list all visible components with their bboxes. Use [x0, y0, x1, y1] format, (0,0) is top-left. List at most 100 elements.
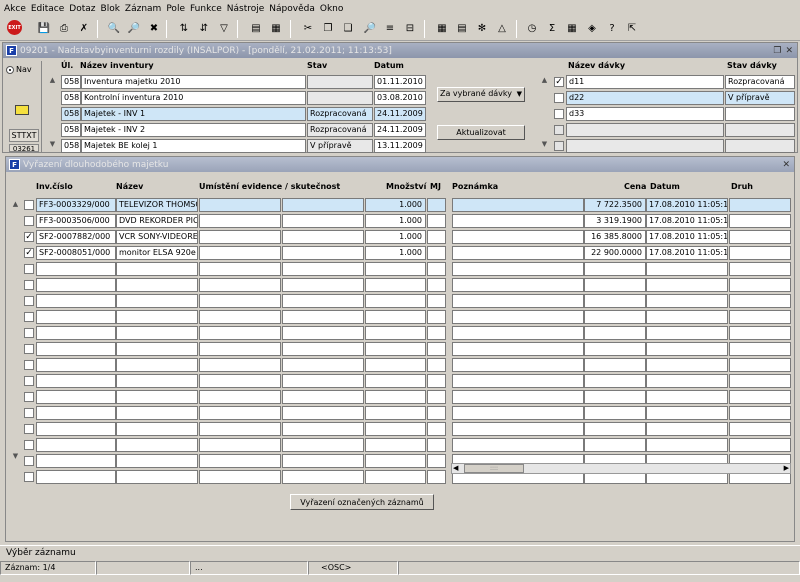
cell-price[interactable] [584, 326, 646, 340]
inventory-state-cell[interactable]: Rozpracovaná [307, 107, 373, 121]
cell-inv[interactable] [36, 374, 116, 388]
clock-icon[interactable]: ◷ [524, 20, 540, 36]
code-button[interactable]: 03261 [9, 144, 39, 152]
cell-mj[interactable] [427, 470, 446, 484]
cell-price[interactable] [584, 374, 646, 388]
cell-kind[interactable] [729, 198, 791, 212]
cell-qty[interactable] [365, 294, 426, 308]
export-icon[interactable]: ◈ [584, 20, 600, 36]
cell-mj[interactable] [427, 342, 446, 356]
cell-kind[interactable] [729, 374, 791, 388]
row-checkbox[interactable] [24, 392, 34, 402]
cell-inv[interactable] [36, 406, 116, 420]
inventory-name-cell[interactable]: Majetek - INV 1 [81, 107, 306, 121]
rows-scroll-up-icon[interactable]: ▲ [10, 199, 21, 209]
insert-record-icon[interactable]: ≡ [382, 20, 398, 36]
batch-state-cell[interactable]: Rozpracovaná [725, 75, 795, 89]
cell-loc2[interactable] [282, 230, 364, 244]
envelope-icon[interactable] [15, 105, 29, 115]
cell-note[interactable] [452, 326, 584, 340]
cell-loc2[interactable] [282, 294, 364, 308]
cell-loc2[interactable] [282, 390, 364, 404]
menu-item-8[interactable]: Nápověda [269, 4, 315, 14]
cell-mj[interactable] [427, 390, 446, 404]
cell-kind[interactable] [729, 262, 791, 276]
cell-note[interactable] [452, 422, 584, 436]
cell-price[interactable]: 7 722.3500 [584, 198, 646, 212]
cell-qty[interactable] [365, 438, 426, 452]
cell-name[interactable] [116, 454, 198, 468]
cell-loc1[interactable] [199, 246, 281, 260]
cell-qty[interactable] [365, 454, 426, 468]
cell-loc1[interactable] [199, 310, 281, 324]
cell-qty[interactable] [365, 422, 426, 436]
sum-icon[interactable]: Σ [544, 20, 560, 36]
save-icon[interactable]: 💾 [36, 20, 52, 36]
cell-mj[interactable] [427, 406, 446, 420]
row-checkbox[interactable]: ✓ [24, 248, 34, 258]
cell-date[interactable] [646, 278, 728, 292]
cell-qty[interactable] [365, 358, 426, 372]
row-checkbox[interactable] [24, 344, 34, 354]
cell-mj[interactable] [427, 358, 446, 372]
cell-loc2[interactable] [282, 342, 364, 356]
settings-icon[interactable]: ✻ [474, 20, 490, 36]
cell-name[interactable] [116, 262, 198, 276]
batch-name-cell[interactable]: d11 [566, 75, 724, 89]
query-cancel-icon[interactable]: ✖ [146, 20, 162, 36]
inventory-state-cell[interactable] [307, 75, 373, 89]
inventory-date-cell[interactable]: 24.11.2009 [374, 107, 426, 121]
inventory-name-cell[interactable]: Majetek BE kolej 1 [81, 139, 306, 153]
cell-mj[interactable] [427, 198, 446, 212]
cell-mj[interactable] [427, 278, 446, 292]
exit-icon[interactable]: EXIT [7, 20, 22, 35]
cell-loc2[interactable] [282, 470, 364, 484]
filter-icon[interactable]: ▽ [216, 20, 232, 36]
inventory-ul-cell[interactable]: 058 [61, 75, 81, 89]
help-icon[interactable]: ? [604, 20, 620, 36]
layout-icon[interactable]: ▦ [268, 20, 284, 36]
clear-icon[interactable]: ✗ [76, 20, 92, 36]
cell-date[interactable] [646, 374, 728, 388]
print-icon[interactable]: ⎙ [56, 20, 72, 36]
scroll-up-icon[interactable]: ▲ [47, 75, 58, 85]
cell-name[interactable] [116, 438, 198, 452]
paste-icon[interactable]: ❑ [340, 20, 356, 36]
cell-loc1[interactable] [199, 470, 281, 484]
cell-loc1[interactable] [199, 374, 281, 388]
cell-kind[interactable] [729, 438, 791, 452]
cell-loc1[interactable] [199, 214, 281, 228]
cell-date[interactable] [646, 310, 728, 324]
cell-qty[interactable] [365, 470, 426, 484]
cell-note[interactable] [452, 342, 584, 356]
cell-note[interactable] [452, 438, 584, 452]
horizontal-scrollbar[interactable]: ◀ :::: ▶ [451, 463, 791, 474]
cell-note[interactable] [452, 246, 584, 260]
cell-qty[interactable] [365, 262, 426, 276]
inventory-date-cell[interactable]: 24.11.2009 [374, 123, 426, 137]
inventory-date-cell[interactable]: 03.08.2010 [374, 91, 426, 105]
inventory-state-cell[interactable] [307, 91, 373, 105]
cell-kind[interactable] [729, 390, 791, 404]
cell-inv[interactable] [36, 342, 116, 356]
cell-loc2[interactable] [282, 198, 364, 212]
cell-mj[interactable] [427, 214, 446, 228]
row-checkbox[interactable] [24, 200, 34, 210]
cell-loc1[interactable] [199, 438, 281, 452]
cell-name[interactable]: TELEVIZOR THOMSC [116, 198, 198, 212]
cell-inv[interactable]: SF2-0007882/000 [36, 230, 116, 244]
inventory-date-cell[interactable]: 13.11.2009 [374, 139, 426, 153]
cell-date[interactable] [646, 358, 728, 372]
cell-price[interactable] [584, 390, 646, 404]
cell-name[interactable]: DVD REKORDER PIOI [116, 214, 198, 228]
cell-name[interactable] [116, 406, 198, 420]
cell-note[interactable] [452, 262, 584, 276]
cell-loc2[interactable] [282, 310, 364, 324]
cell-qty[interactable]: 1.000 [365, 214, 426, 228]
inventory-date-cell[interactable]: 01.11.2010 [374, 75, 426, 89]
cell-name[interactable] [116, 342, 198, 356]
cell-date[interactable] [646, 438, 728, 452]
cell-loc1[interactable] [199, 390, 281, 404]
document-icon[interactable]: ▤ [454, 20, 470, 36]
scroll-right-icon[interactable]: ▶ [784, 464, 789, 473]
